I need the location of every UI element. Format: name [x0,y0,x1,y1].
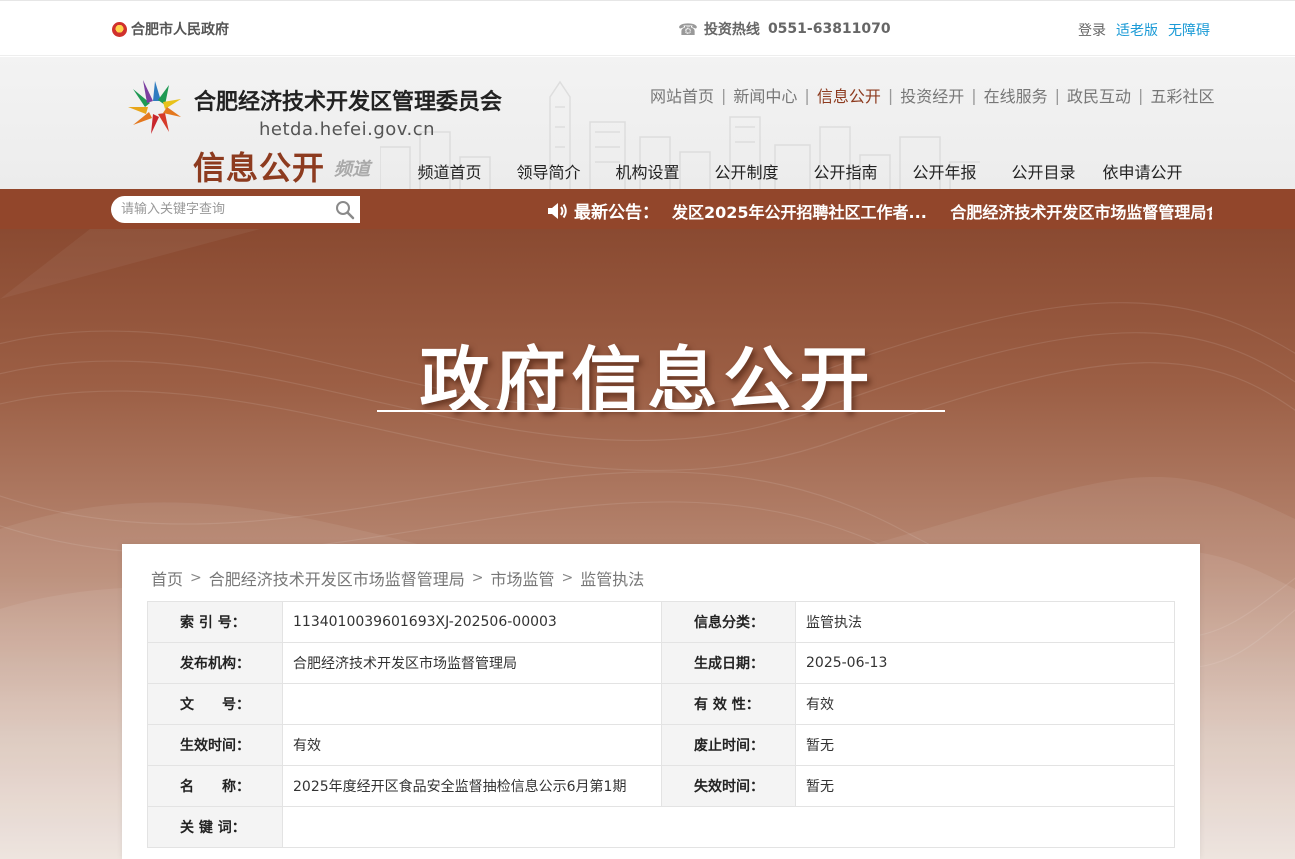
top-bar: 合肥市人民政府 ☎ 投资热线 0551-63811070 登录 适老版 无障碍 [0,0,1295,56]
search-icon[interactable] [335,200,355,220]
title-label: 名 称： [147,765,283,807]
breadcrumb: 首页 > 合肥经济技术开发区市场监督管理局 > 市场监管 > 监管执法 [151,566,644,590]
notice-ticker: 发区2025年公开招聘社区工作者... 合肥经济技术开发区市场监督管理局食品 [672,199,1212,221]
info-category-label: 信息分类： [661,601,796,643]
nav-interaction[interactable]: 政民互动 [1067,83,1131,107]
table-row: 发布机构： 合肥经济技术开发区市场监督管理局 生成日期： 2025-06-13 [147,642,1175,684]
channel-nav: 频道首页 领导简介 机构设置 公开制度 公开指南 公开年报 公开目录 依申请公开 [400,159,1192,183]
hotline-number: 0551-63811070 [767,21,891,37]
speaker-icon [548,202,567,219]
table-row: 索 引 号： 1134010039601693XJ-202506-00003 信… [147,601,1175,643]
nav-divider: | [804,85,810,105]
table-row: 生效时间： 有效 废止时间： 暂无 [147,724,1175,766]
info-category-value: 监管执法 [795,601,1175,643]
channel-nav-annual-report[interactable]: 公开年报 [895,159,994,183]
validity-label: 有 效 性： [661,683,796,725]
elder-mode-link[interactable]: 适老版 [1116,20,1158,40]
breadcrumb-current[interactable]: 监管执法 [580,566,644,590]
effective-time-label: 生效时间： [147,724,283,766]
search-box [111,196,360,223]
nav-info-public[interactable]: 信息公开 [817,83,881,107]
channel-nav-apply[interactable]: 依申请公开 [1093,159,1192,183]
table-row: 名 称： 2025年度经开区食品安全监督抽检信息公示6月第1期 失效时间： 暂无 [147,765,1175,807]
site-logo-icon[interactable] [125,77,185,137]
org-name: 合肥经济技术开发区管理委员会 [194,90,503,115]
notice-item[interactable]: 合肥经济技术开发区市场监督管理局食品 [950,203,1212,221]
accessibility-link[interactable]: 无障碍 [1168,20,1210,40]
nav-home[interactable]: 网站首页 [650,83,714,107]
phone-icon: ☎ [678,19,698,39]
login-link[interactable]: 登录 [1078,20,1106,40]
breadcrumb-home[interactable]: 首页 [151,566,183,590]
table-row: 文 号： 有 效 性： 有效 [147,683,1175,725]
notice-item[interactable]: 发区2025年公开招聘社区工作者... [672,203,927,221]
expiry-time-label: 失效时间： [661,765,796,807]
hotline-label: 投资热线 [703,22,760,38]
info-metadata-table: 索 引 号： 1134010039601693XJ-202506-00003 信… [147,601,1175,848]
index-number-label: 索 引 号： [147,601,283,643]
table-row: 关 键 词： [147,806,1175,848]
channel-nav-guide[interactable]: 公开指南 [796,159,895,183]
channel-nav-rules[interactable]: 公开制度 [697,159,796,183]
keywords-value [282,806,1175,848]
index-number-value: 1134010039601693XJ-202506-00003 [282,601,662,643]
hotline: ☎ 投资热线 0551-63811070 [678,19,891,39]
top-nav: 网站首页 | 新闻中心 | 信息公开 | 投资经开 | 在线服务 | 政民互动 … [650,83,1214,107]
nav-divider: | [1138,85,1144,105]
search-input[interactable] [121,200,321,219]
channel-nav-leaders[interactable]: 领导简介 [499,159,598,183]
site-header: 合肥经济技术开发区管理委员会 hetda.hefei.gov.cn 信息公开 频… [0,57,1295,189]
doc-number-label: 文 号： [147,683,283,725]
national-emblem-icon [112,21,127,37]
gov-link[interactable]: 合肥市人民政府 [112,19,229,39]
nav-community[interactable]: 五彩社区 [1150,83,1214,107]
breadcrumb-separator: > [561,570,574,586]
gov-name: 合肥市人民政府 [131,22,229,38]
publisher-value: 合肥经济技术开发区市场监督管理局 [282,642,662,684]
nav-online-service[interactable]: 在线服务 [984,83,1048,107]
nav-divider: | [1054,85,1061,105]
breadcrumb-separator: > [471,570,484,586]
nav-news[interactable]: 新闻中心 [733,83,797,107]
created-date-value: 2025-06-13 [795,642,1175,684]
channel-nav-organization[interactable]: 机构设置 [598,159,697,183]
repeal-time-value: 暂无 [795,724,1175,766]
keywords-label: 关 键 词： [147,806,283,848]
search-notice-bar: 最新公告： 发区2025年公开招聘社区工作者... 合肥经济技术开发区市场监督管… [0,189,1295,229]
channel-title: 信息公开 [193,149,326,187]
content-card: 首页 > 合肥经济技术开发区市场监督管理局 > 市场监管 > 监管执法 索 引 … [122,544,1200,859]
repeal-time-label: 废止时间： [661,724,796,766]
effective-time-value: 有效 [282,724,662,766]
nav-invest[interactable]: 投资经开 [900,83,964,107]
org-domain: hetda.hefei.gov.cn [259,119,436,140]
doc-number-value [282,683,662,725]
publisher-label: 发布机构： [147,642,283,684]
notice-heading: 最新公告： [546,198,659,223]
banner-underline [377,410,945,412]
created-date-label: 生成日期： [661,642,796,684]
channel-nav-catalog[interactable]: 公开目录 [994,159,1093,183]
expiry-time-value: 暂无 [795,765,1175,807]
title-value: 2025年度经开区食品安全监督抽检信息公示6月第1期 [282,765,662,807]
breadcrumb-department[interactable]: 合肥经济技术开发区市场监督管理局 [209,566,465,590]
breadcrumb-separator: > [190,570,202,586]
nav-divider: | [887,85,894,105]
validity-value: 有效 [795,683,1175,725]
nav-divider: | [721,85,727,105]
breadcrumb-category[interactable]: 市场监管 [491,566,555,590]
channel-subtitle: 频道 [334,159,370,180]
user-links: 登录 适老版 无障碍 [1078,20,1210,40]
notice-label: 最新公告： [574,203,659,223]
channel-nav-home[interactable]: 频道首页 [400,159,499,183]
nav-divider: | [971,85,977,105]
